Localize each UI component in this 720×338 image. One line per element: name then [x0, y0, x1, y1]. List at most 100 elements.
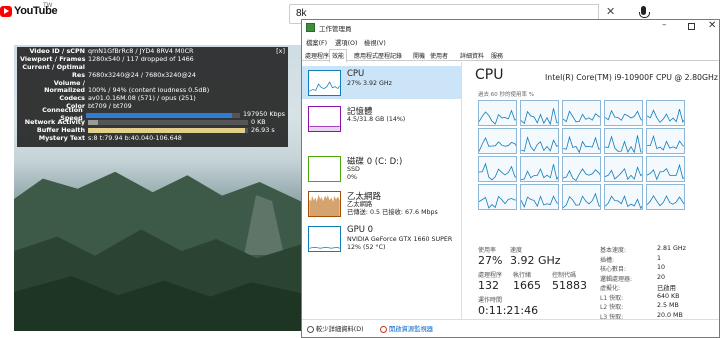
core-activity-line	[563, 168, 600, 181]
uptime-stat: 運作時間 0:11:21:46	[478, 295, 538, 317]
youtube-logo-icon[interactable]	[0, 6, 12, 17]
stats-value: 7680x3240@24 / 7680x3240@24	[88, 70, 196, 79]
gpu-mini-line	[309, 246, 340, 249]
core-activity-line	[605, 135, 642, 153]
speed-stat: 速度 3.92 GHz	[510, 245, 561, 267]
stats-value: 1280x540 / 117 dropped of 1466	[88, 54, 194, 63]
ethernet-mini-graph	[308, 191, 341, 217]
logical-processor-graph	[604, 184, 643, 210]
resource-name: CPU	[347, 69, 365, 79]
spec-value: 2.81 GHz	[657, 245, 686, 252]
stat-value: 51883	[552, 279, 587, 292]
logical-processor-graph	[646, 184, 685, 210]
stat-value: 3.92 GHz	[510, 254, 561, 267]
logical-processor-graph	[478, 184, 517, 210]
tab-users[interactable]: 使用者	[430, 51, 448, 60]
core-activity-line	[647, 163, 684, 181]
gpu-mini-graph	[308, 226, 341, 252]
utilization-stat: 使用率 27%	[478, 245, 502, 267]
resource-detail-line: SSD	[347, 166, 360, 173]
stat-label: 使用率	[478, 247, 497, 254]
spec-label: 基本速度:	[600, 247, 627, 254]
resource-detail-line: 乙太網路	[347, 201, 373, 208]
stat-value: 27%	[478, 254, 503, 267]
stat-label: 執行緒	[513, 272, 532, 279]
stat-value: 132	[478, 279, 499, 292]
resource-ethernet[interactable]: 乙太網路 乙太網路 已傳送: 0.5 已接收: 67.6 Mbps	[302, 187, 461, 220]
logical-processor-graph	[562, 156, 601, 182]
menu-view[interactable]: 檢視(V)	[364, 38, 386, 47]
stats-close-button[interactable]: [x]	[276, 47, 285, 56]
logical-processor-graph	[520, 128, 559, 154]
menu-file[interactable]: 檔案(F)	[306, 38, 327, 47]
logical-processor-graph	[562, 184, 601, 210]
stats-bar-value: 26.93 s	[251, 125, 275, 134]
logical-processor-graph	[520, 156, 559, 182]
tab-app-history[interactable]: 應用程式歷程記錄	[354, 51, 402, 60]
tab-details[interactable]: 詳細資料	[460, 51, 484, 60]
tab-performance[interactable]: 效能	[329, 49, 348, 63]
core-activity-line	[479, 136, 516, 152]
fewer-details-link[interactable]: 較少詳細資料(D)	[307, 324, 364, 333]
logical-processor-graph	[562, 100, 601, 126]
stat-label: 速度	[510, 247, 523, 254]
region-label: TW	[43, 3, 53, 9]
handles-stat: 控制代碼 51883	[552, 270, 587, 292]
core-activity-line	[563, 135, 600, 153]
resource-detail: 4.5/31.8 GB (14%)	[347, 116, 406, 123]
core-activity-line	[521, 136, 558, 152]
logical-processor-graph	[520, 184, 559, 210]
stat-label: 運作時間	[478, 297, 503, 304]
logical-processor-graph	[604, 128, 643, 154]
tab-services[interactable]: 服務	[491, 51, 503, 60]
open-resource-monitor-label: 開啟資源監視器	[389, 326, 434, 333]
mic-icon[interactable]	[639, 6, 650, 18]
stats-label: Mystery Text	[38, 133, 85, 142]
logical-processor-graph	[520, 100, 559, 126]
chevron-up-icon	[307, 325, 314, 333]
logical-processor-graph	[646, 156, 685, 182]
core-activity-line	[605, 194, 642, 209]
cpu-mini-line	[309, 81, 340, 92]
stat-value: 1665	[513, 279, 541, 292]
clear-search-icon[interactable]: ✕	[606, 5, 615, 18]
stat-label: 控制代碼	[552, 272, 577, 279]
memory-mini-fill	[309, 126, 340, 131]
resource-gpu[interactable]: GPU 0 NVIDIA GeForce GTX 1660 SUPER 12% (…	[302, 222, 461, 255]
logical-processor-graph	[646, 128, 685, 154]
core-activity-line	[647, 195, 684, 207]
logical-processor-graph	[478, 100, 517, 126]
resource-memory[interactable]: 記憶體 4.5/31.8 GB (14%)	[302, 102, 461, 135]
stats-bar-fill	[85, 112, 233, 118]
close-button[interactable]: ✕	[708, 20, 716, 31]
threads-stat: 執行緒 1665	[513, 270, 541, 292]
resource-cpu[interactable]: CPU 27% 3.92 GHz	[302, 66, 461, 99]
resource-name: GPU 0	[347, 225, 374, 235]
tab-processes[interactable]: 處理程序	[305, 51, 329, 60]
stats-value: s:8 t:79.94 b:40.040-106.648	[88, 133, 182, 142]
core-activity-line	[563, 192, 600, 209]
cpu-model: Intel(R) Core(TM) i9-10900F CPU @ 2.80GH…	[545, 73, 719, 82]
cpu-heading: CPU	[475, 67, 504, 83]
resource-disk[interactable]: 磁碟 0 (C: D:) SSD 0%	[302, 152, 461, 185]
maximize-button[interactable]	[688, 23, 695, 30]
stats-row: Codecs av01.0.16M.08 (571) / opus (251)	[20, 94, 285, 103]
open-resource-monitor-link[interactable]: 開啟資源監視器	[380, 324, 433, 333]
tab-startup[interactable]: 開機	[413, 51, 425, 60]
resource-detail: SSD 0%	[347, 166, 360, 181]
logical-processor-graph	[604, 156, 643, 182]
resource-detail: NVIDIA GeForce GTX 1660 SUPER 12% (52 °C)	[347, 236, 452, 251]
title-bar[interactable]: 工作管理員 – ✕	[302, 20, 719, 36]
stats-bar	[85, 112, 240, 118]
task-manager-window: 工作管理員 – ✕ 檔案(F) 選項(O) 檢視(V) 處理程序 效能 應用程式…	[301, 19, 720, 338]
menu-options[interactable]: 選項(O)	[335, 38, 357, 47]
cpu-detail-pane: CPU Intel(R) Core(TM) i9-10900F CPU @ 2.…	[465, 62, 720, 321]
logical-processor-graph	[646, 100, 685, 126]
resource-detail-line: 已傳送: 0.5 已接收: 67.6 Mbps	[347, 208, 438, 216]
core-activity-line	[605, 166, 642, 181]
stat-label: 處理程序	[478, 272, 503, 279]
core-activity-line	[563, 110, 600, 123]
minimize-button[interactable]: –	[662, 20, 667, 30]
core-activity-line	[521, 164, 558, 181]
core-activity-line	[647, 109, 684, 123]
